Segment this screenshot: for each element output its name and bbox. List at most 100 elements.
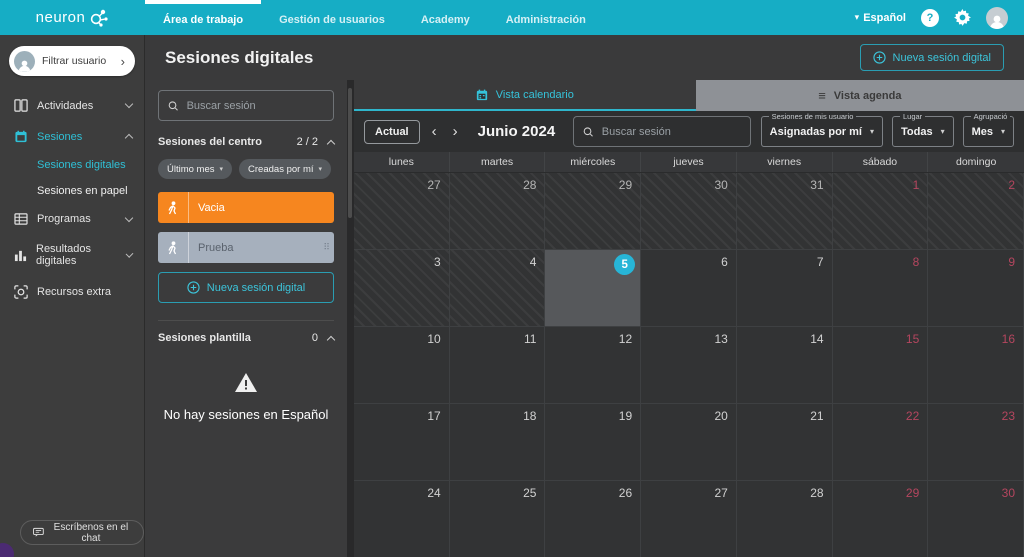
user-avatar[interactable] xyxy=(986,7,1008,29)
drag-handle-icon[interactable]: ⠿ xyxy=(323,242,334,253)
calendar-day-cell[interactable]: 23 xyxy=(928,404,1024,481)
sidebar-item-sesiones[interactable]: Sesiones xyxy=(0,121,144,152)
tab-vista-calendario[interactable]: Vista calendario xyxy=(354,80,696,111)
calendar-search[interactable] xyxy=(573,116,751,147)
tab-vista-agenda-label: Vista agenda xyxy=(834,90,902,102)
calendar-day-cell[interactable]: 28 xyxy=(737,481,833,557)
empty-state: No hay sesiones en Español xyxy=(158,372,334,422)
template-sessions-label: Sesiones plantilla xyxy=(158,332,251,344)
calendar-day-cell[interactable]: 18 xyxy=(450,404,546,481)
template-sessions-header[interactable]: Sesiones plantilla 0 xyxy=(158,332,334,344)
chevron-up-icon xyxy=(125,134,133,142)
next-month-button[interactable]: › xyxy=(453,124,458,139)
calendar-day-cell[interactable]: 12 xyxy=(545,327,641,404)
session-search-input[interactable] xyxy=(187,100,324,112)
calendar-day-cell[interactable]: 19 xyxy=(545,404,641,481)
session-search[interactable] xyxy=(158,90,334,121)
day-number: 20 xyxy=(714,409,727,423)
weekday-label: viernes xyxy=(737,152,833,172)
chevron-down-icon: ▾ xyxy=(1001,127,1005,136)
calendar-day-cell[interactable]: 29 xyxy=(833,481,929,557)
calendar-day-cell[interactable]: 21 xyxy=(737,404,833,481)
language-selector[interactable]: ▾ Español xyxy=(855,12,906,24)
calendar-day-cell[interactable]: 20 xyxy=(641,404,737,481)
page-title: Sesiones digitales xyxy=(165,48,313,68)
calendar-day-cell[interactable]: 9 xyxy=(928,250,1024,327)
sidebar-submenu: Sesiones digitalesSesiones en papel xyxy=(0,152,144,204)
filter-chip-label: Último mes xyxy=(167,164,215,175)
filter-user-avatar-icon xyxy=(14,51,35,72)
prev-month-button[interactable]: ‹ xyxy=(432,124,437,139)
gear-icon[interactable] xyxy=(954,9,971,26)
help-icon[interactable]: ? xyxy=(921,9,939,27)
top-nav-item[interactable]: Administración xyxy=(488,0,604,35)
sessions-calendar-icon xyxy=(14,130,28,143)
calendar-day-cell[interactable]: 17 xyxy=(354,404,450,481)
app-root: neuron Área de trabajoGestión de usuario… xyxy=(0,0,1024,557)
session-card[interactable]: Prueba⠿ xyxy=(158,232,334,263)
sidebar-item-resultados-digitales[interactable]: Resultados digitales xyxy=(0,234,144,276)
filter-dropdown-label: Lugar xyxy=(900,112,925,121)
calendar-day-cell[interactable]: 11 xyxy=(450,327,546,404)
calendar-toolbar: Actual ‹ › Junio 2024 xyxy=(354,111,1024,152)
calendar-day-cell[interactable]: 25 xyxy=(450,481,546,557)
new-digital-session-button[interactable]: Nueva sesión digital xyxy=(860,44,1004,71)
calendar-day-cell[interactable]: 26 xyxy=(545,481,641,557)
calendar-day-cell[interactable]: 7 xyxy=(737,250,833,327)
day-number: 11 xyxy=(524,332,536,346)
chevron-down-icon xyxy=(125,213,133,221)
day-number: 1 xyxy=(913,178,920,192)
chevron-up-icon xyxy=(327,139,335,147)
sidebar-item-label: Programas xyxy=(37,213,91,225)
panel-new-session-button[interactable]: Nueva sesión digital xyxy=(158,272,334,303)
day-number: 30 xyxy=(1002,486,1015,500)
search-icon xyxy=(168,100,179,112)
filter-dropdown-lugar[interactable]: LugarTodas▾ xyxy=(892,116,954,147)
panel-scrollbar[interactable] xyxy=(347,80,354,557)
calendar-day-cell[interactable]: 24 xyxy=(354,481,450,557)
top-nav-item[interactable]: Gestión de usuarios xyxy=(261,0,403,35)
brand-logo[interactable]: neuron xyxy=(0,0,145,35)
chevron-down-icon xyxy=(125,100,133,108)
session-card[interactable]: Vacia xyxy=(158,192,334,223)
calendar-grid: 2728293031123456789101112131415161718192… xyxy=(354,173,1024,557)
sidebar-item-programas[interactable]: Programas xyxy=(0,204,144,234)
day-number: 10 xyxy=(427,332,440,346)
day-number: 28 xyxy=(810,486,823,500)
filter-chip[interactable]: Último mes▾ xyxy=(158,159,232,179)
tab-vista-agenda[interactable]: ≡ Vista agenda xyxy=(696,80,1024,111)
filter-dropdown-sesiones[interactable]: Sesiones de mis usuarioAsignadas por mí▾ xyxy=(761,116,883,147)
sidebar-subitem-sesiones-digitales[interactable]: Sesiones digitales xyxy=(0,152,144,178)
panel-new-session-label: Nueva sesión digital xyxy=(207,282,305,294)
extra-resources-icon xyxy=(14,285,28,299)
calendar-day-cell[interactable]: 10 xyxy=(354,327,450,404)
sidebar-item-recursos-extra[interactable]: Recursos extra xyxy=(0,276,144,308)
chevron-down-icon: ▾ xyxy=(941,127,945,136)
calendar-day-cell[interactable]: 30 xyxy=(928,481,1024,557)
calendar-day-cell[interactable]: 22 xyxy=(833,404,929,481)
calendar-day-cell[interactable]: 16 xyxy=(928,327,1024,404)
center-sessions-header[interactable]: Sesiones del centro 2 / 2 xyxy=(158,136,334,148)
chevron-down-icon: ▾ xyxy=(319,165,323,173)
sidebar-subitem-sesiones-en-papel[interactable]: Sesiones en papel xyxy=(0,178,144,204)
sidebar-item-actividades[interactable]: Actividades xyxy=(0,90,144,121)
calendar-day-cell[interactable]: 27 xyxy=(641,481,737,557)
filter-user-button[interactable]: Filtrar usuario › xyxy=(9,46,135,76)
chevron-right-icon: › xyxy=(121,54,125,69)
calendar-day-cell[interactable]: 8 xyxy=(833,250,929,327)
day-number: 9 xyxy=(1008,255,1015,269)
filter-chip[interactable]: Creadas por mí▾ xyxy=(239,159,331,179)
top-nav-item[interactable]: Área de trabajo xyxy=(145,0,261,35)
scrollbar-thumb[interactable] xyxy=(348,88,352,218)
calendar-search-input[interactable] xyxy=(602,126,741,138)
filter-dropdown-agrupació[interactable]: AgrupacióMes▾ xyxy=(963,116,1014,147)
calendar-day-cell[interactable]: 15 xyxy=(833,327,929,404)
calendar-day-cell[interactable]: 6 xyxy=(641,250,737,327)
today-button[interactable]: Actual xyxy=(364,120,420,144)
calendar-day-cell[interactable]: 14 xyxy=(737,327,833,404)
calendar-day-cell[interactable]: 13 xyxy=(641,327,737,404)
top-nav-item[interactable]: Academy xyxy=(403,0,488,35)
day-number: 27 xyxy=(427,178,440,192)
chat-button[interactable]: Escríbenos en el chat xyxy=(20,520,144,545)
calendar-day-cell-today[interactable]: 5 xyxy=(545,250,641,327)
